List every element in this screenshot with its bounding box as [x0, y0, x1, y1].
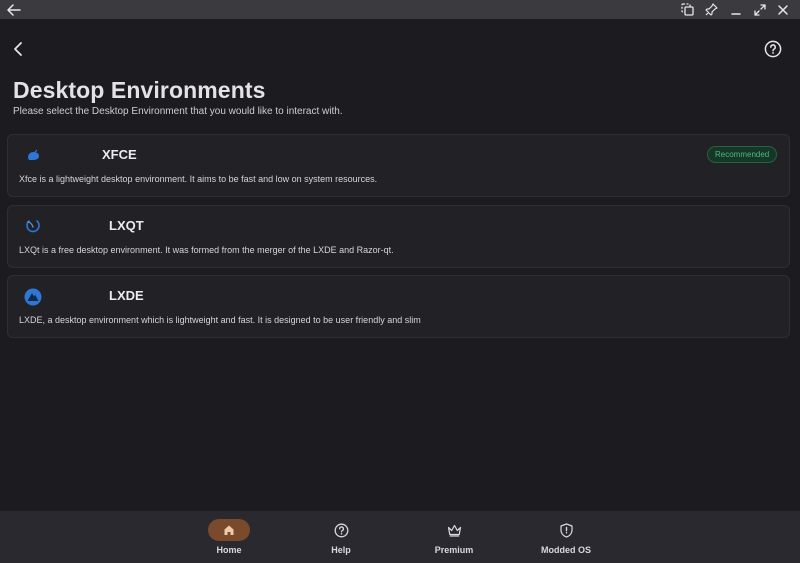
window-back-button[interactable] — [4, 0, 24, 19]
nav-label: Home — [216, 545, 242, 555]
nav-item-help[interactable]: Help — [296, 511, 386, 563]
help-circle-icon — [764, 40, 782, 58]
environment-name: LXQT — [109, 218, 144, 233]
lxde-logo-icon — [22, 286, 44, 308]
nav-item-premium[interactable]: Premium — [409, 511, 499, 563]
close-icon — [778, 4, 788, 15]
home-icon — [224, 525, 234, 535]
nav-label: Help — [331, 545, 351, 555]
crown-icon — [447, 524, 461, 537]
help-icon — [334, 523, 348, 537]
environment-description: Xfce is a lightweight desktop environmen… — [19, 174, 378, 184]
environment-card-lxde[interactable]: LXDE LXDE, a desktop environment which i… — [7, 275, 790, 338]
environment-description: LXDE, a desktop environment which is lig… — [19, 315, 421, 325]
lxqt-logo-icon — [22, 215, 44, 237]
window-titlebar — [0, 0, 800, 19]
back-button[interactable] — [8, 38, 28, 60]
page-title: Desktop Environments — [13, 77, 266, 103]
maximize-icon — [754, 3, 766, 16]
page-subtitle: Please select the Desktop Environment th… — [13, 106, 343, 117]
nav-item-home[interactable]: Home — [184, 511, 274, 563]
shield-icon — [559, 522, 573, 538]
minimize-icon — [731, 12, 741, 15]
window-pin-button[interactable] — [701, 0, 721, 19]
nav-label: Premium — [434, 545, 474, 555]
window-maximize-button[interactable] — [750, 0, 770, 19]
nav-item-modded-os[interactable]: Modded OS — [521, 511, 611, 563]
recommended-badge: Recommended — [707, 146, 778, 163]
environment-card-xfce[interactable]: XFCE Recommended Xfce is a lightweight d… — [7, 134, 790, 197]
bottom-navigation: Home Help Premium Modded OS — [0, 511, 800, 563]
pin-icon — [704, 3, 718, 16]
back-arrow-icon — [7, 3, 21, 16]
environment-name: LXDE — [109, 288, 144, 303]
nav-active-indicator — [208, 519, 250, 541]
chevron-left-icon — [14, 42, 22, 56]
window-minimize-button[interactable] — [726, 0, 746, 19]
environment-card-lxqt[interactable]: LXQT LXQt is a free desktop environment.… — [7, 205, 790, 268]
window-screenshot-button[interactable] — [677, 0, 697, 19]
environment-description: LXQt is a free desktop environment. It w… — [19, 245, 394, 255]
xfce-mouse-icon — [22, 144, 44, 166]
window-close-button[interactable] — [773, 0, 793, 19]
nav-label: Modded OS — [541, 545, 591, 555]
environment-name: XFCE — [102, 147, 137, 162]
screenshot-icon — [680, 3, 694, 16]
help-button[interactable] — [762, 38, 784, 60]
